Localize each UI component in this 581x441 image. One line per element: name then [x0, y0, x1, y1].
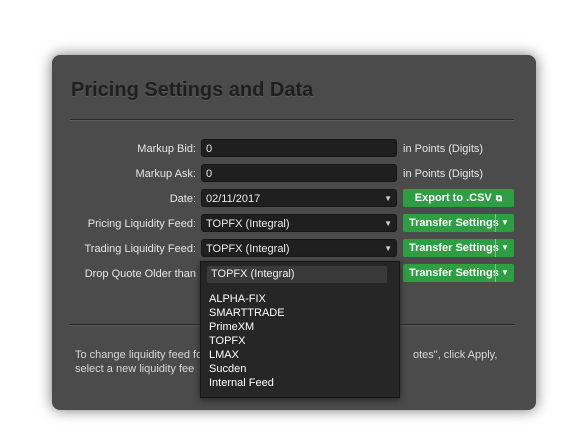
transfer-settings-label: Transfer Settings [409, 242, 499, 254]
dropdown-option-alpha-fix[interactable]: ALPHA-FIX [209, 292, 285, 306]
dropdown-option-primexm[interactable]: PrimeXM [209, 320, 285, 334]
liquidity-feed-dropdown: TOPFX (Integral) ALPHA-FIX SMARTTRADE Pr… [200, 261, 400, 398]
dropdown-search-input[interactable]: TOPFX (Integral) [207, 266, 387, 283]
dropdown-option-smarttrade[interactable]: SMARTTRADE [209, 306, 285, 320]
trading-feed-select[interactable]: TOPFX (Integral) ▼ [201, 239, 397, 257]
caret-down-icon: ▼ [384, 194, 392, 203]
date-value: 02/11/2017 [206, 193, 261, 205]
trading-feed-label: Trading Liquidity Feed: [84, 243, 197, 255]
markup-ask-unit: in Points (Digits) [403, 168, 484, 180]
caret-down-icon[interactable]: ▼ [495, 264, 514, 282]
transfer-settings-label: Transfer Settings [409, 267, 499, 279]
trading-feed-value: TOPFX (Integral) [206, 243, 290, 255]
markup-bid-label: Markup Bid: [137, 143, 196, 155]
caret-down-icon: ▼ [384, 244, 392, 253]
transfer-settings-button-3[interactable]: Transfer Settings ▼ [403, 264, 514, 282]
dropdown-option-sucden[interactable]: Sucden [209, 362, 285, 376]
caret-down-icon[interactable]: ▼ [495, 214, 514, 232]
pricing-feed-value: TOPFX (Integral) [206, 218, 290, 230]
caret-down-icon: ▼ [384, 219, 392, 228]
page-title: Pricing Settings and Data [71, 79, 314, 101]
dropdown-option-internal-feed[interactable]: Internal Feed [209, 376, 285, 390]
dropdown-option-topfx[interactable]: TOPFX [209, 334, 285, 348]
pricing-feed-select[interactable]: TOPFX (Integral) ▼ [201, 214, 397, 232]
caret-down-icon[interactable]: ▼ [495, 239, 514, 257]
dropdown-options: ALPHA-FIX SMARTTRADE PrimeXM TOPFX LMAX … [209, 292, 285, 390]
export-csv-label: Export to .CSV [414, 192, 492, 204]
info-line-1-right: otes", click Apply, [413, 349, 498, 361]
export-csv-button[interactable]: Export to .CSV ⧉ [403, 189, 514, 207]
divider-top [70, 119, 514, 121]
date-label: Date: [169, 193, 196, 205]
drop-quote-label: Drop Quote Older than [84, 268, 196, 280]
pricing-feed-label: Pricing Liquidity Feed: [87, 218, 196, 230]
transfer-settings-label: Transfer Settings [409, 217, 499, 229]
info-line-1-left: To change liquidity feed fo [75, 349, 203, 361]
markup-ask-label: Markup Ask: [135, 168, 196, 180]
transfer-settings-button-2[interactable]: Transfer Settings ▼ [403, 239, 514, 257]
markup-bid-unit: in Points (Digits) [403, 143, 484, 155]
external-link-icon: ⧉ [495, 193, 503, 203]
dropdown-option-lmax[interactable]: LMAX [209, 348, 285, 362]
transfer-settings-button-1[interactable]: Transfer Settings ▼ [403, 214, 514, 232]
date-select[interactable]: 02/11/2017 ▼ [201, 189, 397, 207]
markup-ask-input[interactable]: 0 [201, 164, 397, 182]
markup-bid-input[interactable]: 0 [201, 139, 397, 157]
